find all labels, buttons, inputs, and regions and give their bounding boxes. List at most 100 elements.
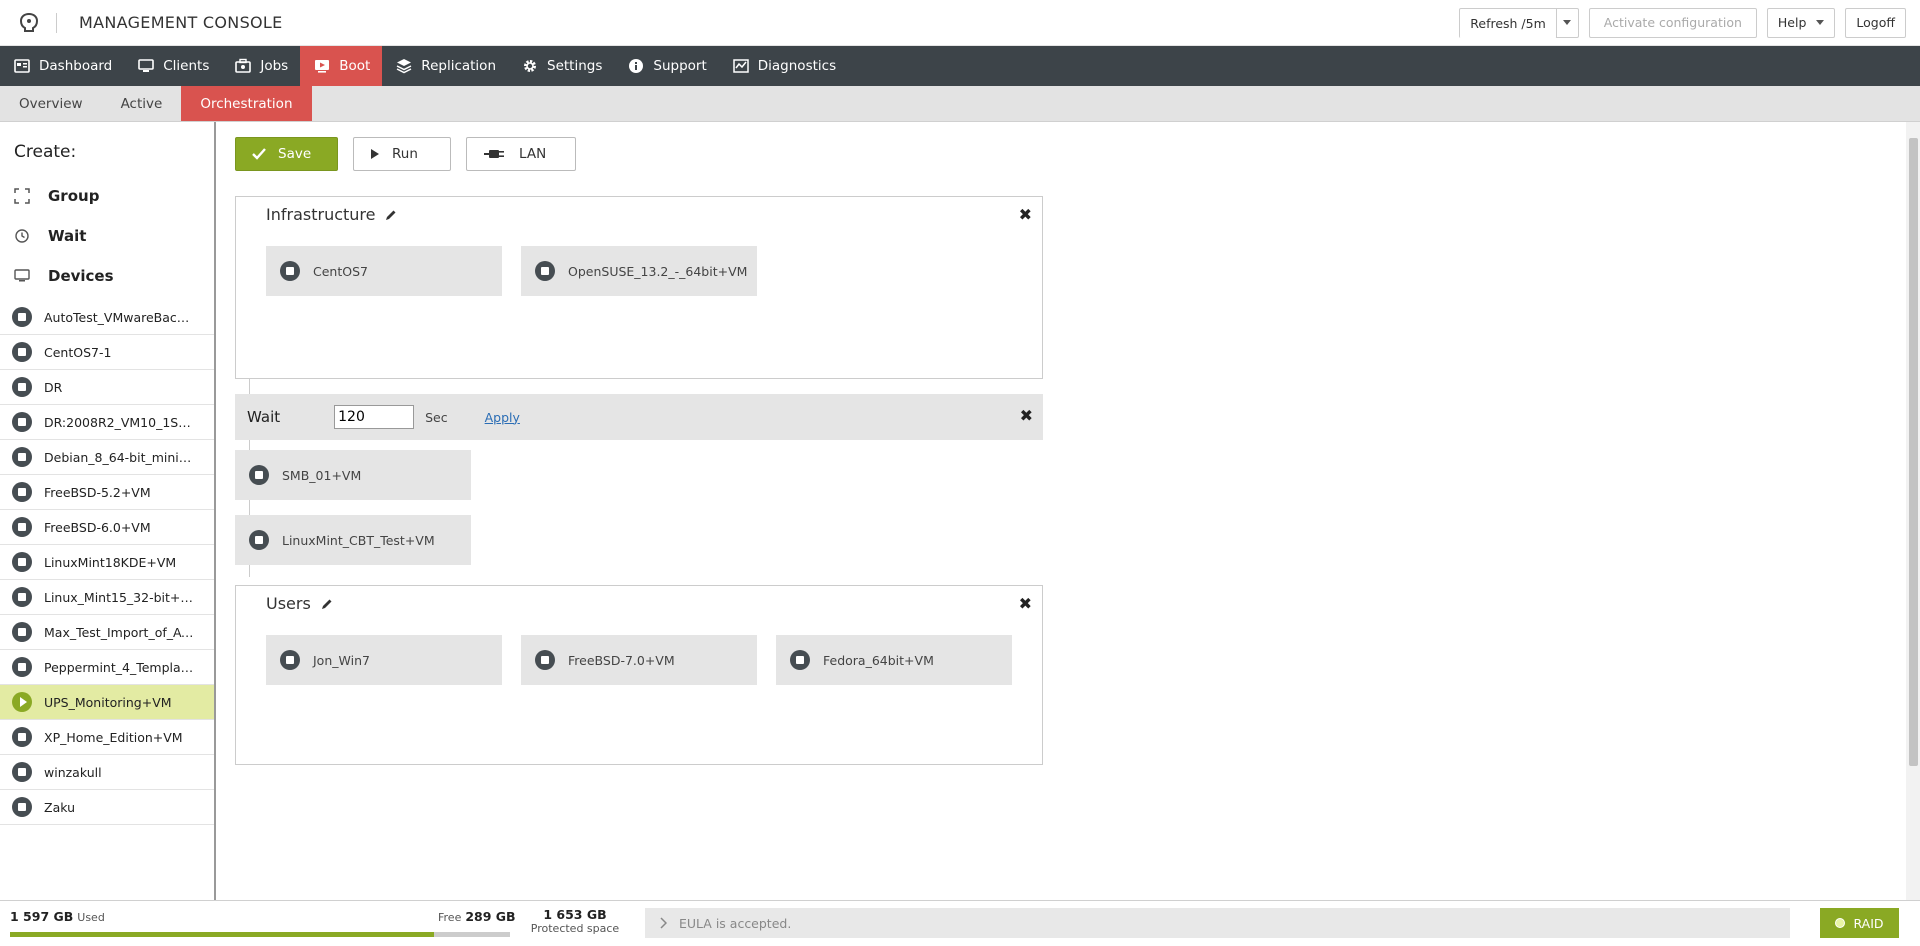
clock-icon: [15, 229, 29, 243]
device-card[interactable]: Jon_Win7: [266, 635, 502, 685]
close-icon[interactable]: ✖: [1020, 406, 1033, 425]
device-list-item[interactable]: XP_Home_Edition+VM: [0, 720, 214, 755]
stopped-status-icon: [12, 447, 32, 467]
device-label: UPS_Monitoring+VM: [44, 694, 172, 710]
nav-diagnostics[interactable]: Diagnostics: [719, 46, 848, 86]
device-card-label: SMB_01+VM: [282, 467, 362, 483]
device-list-item[interactable]: DR:2008R2_VM10_1S_1...: [0, 405, 214, 440]
device-card[interactable]: SMB_01+VM: [235, 450, 471, 500]
stopped-status-icon: [12, 587, 32, 607]
used-label: Used: [77, 911, 105, 924]
info-icon: [629, 59, 644, 73]
create-wait-label: Wait: [48, 227, 87, 245]
device-label: XP_Home_Edition+VM: [44, 729, 183, 745]
nav-support[interactable]: Support: [614, 46, 718, 86]
refresh-button[interactable]: Refresh /5m: [1460, 8, 1556, 39]
app-title: MANAGEMENT CONSOLE: [79, 13, 283, 32]
lan-button[interactable]: LAN: [466, 137, 576, 171]
save-button[interactable]: Save: [235, 137, 338, 171]
device-label: FreeBSD-5.2+VM: [44, 484, 151, 500]
device-card[interactable]: OpenSUSE_13.2_-_64bit+VM: [521, 246, 757, 296]
device-card[interactable]: Fedora_64bit+VM: [776, 635, 1012, 685]
close-icon[interactable]: ✖: [1019, 594, 1032, 613]
run-button[interactable]: Run: [353, 137, 451, 171]
device-list-item[interactable]: FreeBSD-6.0+VM: [0, 510, 214, 545]
device-list-item[interactable]: CentOS7-1: [0, 335, 214, 370]
group-title-label: Users: [266, 594, 311, 613]
stopped-status-icon: [280, 261, 300, 281]
device-list: AutoTest_VMwareBacku... CentOS7-1 DR DR:…: [0, 300, 214, 825]
wait-unit-label: Sec: [425, 409, 448, 425]
create-devices-item[interactable]: Devices: [0, 256, 214, 296]
device-list-item[interactable]: Zaku: [0, 790, 214, 825]
nav-dashboard[interactable]: Dashboard: [0, 46, 124, 86]
pencil-icon[interactable]: [321, 598, 333, 610]
device-card[interactable]: CentOS7: [266, 246, 502, 296]
stopped-status-icon: [12, 307, 32, 327]
free-value: 289 GB: [465, 909, 516, 924]
device-card[interactable]: FreeBSD-7.0+VM: [521, 635, 757, 685]
logoff-button[interactable]: Logoff: [1845, 7, 1906, 38]
top-bar: MANAGEMENT CONSOLE Refresh /5m Activate …: [0, 0, 1920, 46]
device-label: winzakull: [44, 764, 102, 780]
device-list-item[interactable]: AutoTest_VMwareBacku...: [0, 300, 214, 335]
tab-orchestration[interactable]: Orchestration: [181, 86, 312, 121]
tab-overview[interactable]: Overview: [0, 86, 102, 121]
raid-status-button[interactable]: RAID: [1820, 908, 1899, 938]
nav-settings-label: Settings: [547, 58, 603, 74]
refresh-dropdown[interactable]: [1555, 8, 1578, 37]
orchestration-toolbar: Save Run LAN: [235, 137, 576, 171]
dashboard-icon: [14, 59, 30, 73]
device-card-label: FreeBSD-7.0+VM: [568, 652, 675, 668]
device-list-item[interactable]: winzakull: [0, 755, 214, 790]
apply-link[interactable]: Apply: [485, 410, 520, 425]
device-card[interactable]: LinuxMint_CBT_Test+VM: [235, 515, 471, 565]
device-list-item[interactable]: LinuxMint18KDE+VM: [0, 545, 214, 580]
free-space: Free 289 GB: [438, 909, 516, 924]
device-list-item[interactable]: FreeBSD-5.2+VM: [0, 475, 214, 510]
create-group-item[interactable]: Group: [0, 176, 214, 216]
device-label: DR: [44, 379, 63, 395]
orchestration-group-infrastructure[interactable]: Infrastructure ✖ CentOS7 OpenSUSE_13.2_-…: [235, 196, 1043, 379]
device-label: Linux_Mint15_32-bit+VM: [44, 589, 194, 605]
activate-configuration-button[interactable]: Activate configuration: [1588, 7, 1757, 38]
notification-bar[interactable]: EULA is accepted.: [645, 908, 1790, 938]
checkmark-icon: [252, 148, 266, 160]
device-list-item-selected[interactable]: UPS_Monitoring+VM: [0, 685, 214, 720]
wait-seconds-input[interactable]: [334, 405, 415, 429]
protected-label: Protected space: [530, 922, 620, 935]
pencil-icon[interactable]: [385, 209, 397, 221]
sub-nav: Overview Active Orchestration: [0, 86, 1920, 122]
device-label: LinuxMint18KDE+VM: [44, 554, 177, 570]
wait-step[interactable]: Wait Sec Apply ✖: [235, 394, 1043, 440]
device-list-item[interactable]: Linux_Mint15_32-bit+VM: [0, 580, 214, 615]
device-label: Debian_8_64-bit_minim...: [44, 449, 194, 465]
device-label: DR:2008R2_VM10_1S_1...: [44, 414, 194, 430]
nav-clients[interactable]: Clients: [124, 46, 221, 86]
nav-settings[interactable]: Settings: [508, 46, 614, 86]
scrollbar-thumb[interactable]: [1909, 138, 1918, 766]
create-wait-item[interactable]: Wait: [0, 216, 214, 256]
help-button[interactable]: Help: [1766, 7, 1836, 38]
orchestration-group-users[interactable]: Users ✖ Jon_Win7 FreeBSD-7.0+VM Fedora_6…: [235, 585, 1043, 765]
device-list-item[interactable]: Debian_8_64-bit_minim...: [0, 440, 214, 475]
logo-icon: [19, 12, 39, 32]
nav-boot[interactable]: Boot: [300, 46, 383, 86]
protected-space: 1 653 GB Protected space: [530, 907, 620, 935]
storage-usage-fill: [10, 932, 434, 937]
device-label: Peppermint_4_Template...: [44, 659, 194, 675]
close-icon[interactable]: ✖: [1019, 205, 1032, 224]
nav-replication[interactable]: Replication: [382, 46, 508, 86]
stopped-status-icon: [12, 552, 32, 572]
nav-jobs[interactable]: Jobs: [221, 46, 300, 86]
tab-active[interactable]: Active: [102, 86, 182, 121]
nav-support-label: Support: [653, 58, 707, 74]
status-footer: 1 597 GB Used Free 289 GB 1 653 GB Prote…: [0, 900, 1920, 946]
device-label: AutoTest_VMwareBacku...: [44, 309, 194, 325]
storage-usage-bar: [10, 932, 510, 937]
device-list-item[interactable]: DR: [0, 370, 214, 405]
device-list-item[interactable]: Max_Test_Import_of_AW...: [0, 615, 214, 650]
device-list-item[interactable]: Peppermint_4_Template...: [0, 650, 214, 685]
stopped-status-icon: [12, 482, 32, 502]
vertical-scrollbar[interactable]: [1906, 122, 1920, 900]
